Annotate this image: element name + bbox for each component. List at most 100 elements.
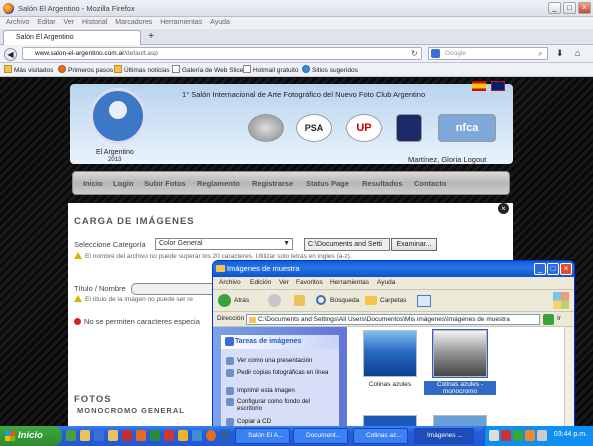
exp-menu-ver[interactable]: Ver bbox=[279, 279, 289, 286]
file-name[interactable]: Colinas azules bbox=[354, 381, 426, 388]
explorer-minimize-button[interactable]: _ bbox=[534, 263, 546, 275]
menu-herramientas[interactable]: Herramientas bbox=[160, 17, 202, 29]
upload-heading: CARGA DE IMÁGENES bbox=[74, 216, 195, 227]
uk-flag-icon[interactable] bbox=[491, 81, 505, 91]
new-tab-button[interactable]: + bbox=[144, 31, 158, 44]
search-icon[interactable]: ⌕ bbox=[538, 49, 542, 59]
task-print[interactable]: Imprimir esta imagen bbox=[237, 387, 295, 394]
user-logout[interactable]: Martínez, Gloria Logout bbox=[408, 155, 486, 164]
task-set-background[interactable]: Configurar como fondo del escritorio bbox=[237, 398, 333, 412]
nav-contacto[interactable]: Contacto bbox=[414, 179, 447, 188]
quicklaunch-icon[interactable] bbox=[108, 430, 118, 441]
quicklaunch-icon[interactable] bbox=[150, 430, 160, 441]
tray-icon[interactable] bbox=[501, 430, 511, 441]
scrollbar[interactable] bbox=[564, 327, 574, 426]
firefox-icon bbox=[3, 3, 14, 14]
menu-archivo[interactable]: Archivo bbox=[6, 17, 29, 29]
firefox-icon[interactable] bbox=[206, 430, 216, 441]
tasks-pane: Tareas de imágenes Ver como una presenta… bbox=[213, 327, 347, 426]
quicklaunch-icon[interactable] bbox=[94, 430, 104, 441]
thumbnail-colinas-azules[interactable] bbox=[363, 330, 417, 377]
tray-icon[interactable] bbox=[537, 430, 547, 441]
thumbnail-colinas-monocromo[interactable] bbox=[432, 329, 488, 378]
back-arrow-icon[interactable] bbox=[218, 294, 231, 307]
back-button[interactable]: Atrás bbox=[234, 297, 249, 304]
taskbar: Inicio Salón El A... Document... Colinas… bbox=[0, 426, 593, 446]
nav-subir-fotos[interactable]: Subir Fotos bbox=[144, 179, 186, 188]
go-arrow-icon[interactable] bbox=[543, 314, 554, 325]
start-button[interactable]: Inicio bbox=[0, 426, 62, 446]
quicklaunch-icon[interactable] bbox=[164, 430, 174, 441]
maximize-button[interactable]: □ bbox=[563, 2, 576, 14]
bookmark-galeria[interactable]: Galería de Web Slice bbox=[172, 65, 243, 76]
folders-button[interactable]: Carpetas bbox=[380, 297, 406, 304]
quicklaunch-icon[interactable] bbox=[220, 430, 230, 441]
tray-icon[interactable] bbox=[525, 430, 535, 441]
quicklaunch-icon[interactable] bbox=[80, 430, 90, 441]
taskbar-firefox[interactable]: Salón El A... bbox=[235, 428, 290, 444]
exp-menu-ayuda[interactable]: Ayuda bbox=[377, 279, 395, 286]
browse-button[interactable]: Examinar... bbox=[391, 238, 437, 251]
search-input[interactable]: Google bbox=[428, 47, 548, 60]
nav-resultados[interactable]: Resultados bbox=[362, 179, 402, 188]
file-name-selected[interactable]: Colinas azules - monocromo bbox=[424, 381, 496, 395]
exp-menu-herramientas[interactable]: Herramientas bbox=[330, 279, 369, 286]
menu-marcadores[interactable]: Marcadores bbox=[115, 17, 152, 29]
quicklaunch-icon[interactable] bbox=[192, 430, 202, 441]
close-panel-icon[interactable]: × bbox=[498, 203, 509, 214]
nav-inicio[interactable]: Inicio bbox=[83, 179, 103, 188]
home-icon[interactable]: ⌂ bbox=[575, 48, 580, 58]
bookmark-ultimas-noticias[interactable]: Últimas noticias bbox=[114, 65, 170, 76]
nav-status-page[interactable]: Status Page bbox=[306, 179, 349, 188]
go-button[interactable]: Ir bbox=[557, 315, 561, 322]
quicklaunch-icon[interactable] bbox=[136, 430, 146, 441]
menu-historial[interactable]: Historial bbox=[82, 17, 107, 29]
forward-arrow-icon[interactable] bbox=[268, 294, 281, 307]
download-icon[interactable]: ⬇ bbox=[556, 48, 564, 59]
close-button[interactable]: × bbox=[578, 2, 591, 14]
file-input[interactable]: C:\Documents and Setti bbox=[304, 238, 390, 251]
bookmark-primeros-pasos[interactable]: Primeros pasos bbox=[58, 65, 113, 76]
tab-salon[interactable]: Salón El Argentino bbox=[3, 30, 141, 45]
address-input[interactable]: C:\Documents and Settings\All Users\Docu… bbox=[246, 314, 540, 325]
views-icon[interactable] bbox=[417, 295, 431, 307]
bookmark-mas-visitados[interactable]: Más visitados bbox=[4, 65, 53, 76]
nav-registrarse[interactable]: Registrarse bbox=[252, 179, 293, 188]
back-icon[interactable]: ◀ bbox=[4, 48, 17, 61]
menu-ver[interactable]: Ver bbox=[64, 17, 75, 29]
menu-editar[interactable]: Editar bbox=[37, 17, 55, 29]
reload-icon[interactable]: ↻ bbox=[411, 49, 418, 58]
bookmark-sitios[interactable]: Sitios sugeridos bbox=[302, 65, 358, 76]
explorer-maximize-button[interactable]: □ bbox=[547, 263, 559, 275]
section-fotos: FOTOS bbox=[74, 394, 112, 405]
tasks-header[interactable]: Tareas de imágenes bbox=[221, 335, 339, 349]
quicklaunch-icon[interactable] bbox=[66, 430, 76, 441]
taskbar-document[interactable]: Document... bbox=[293, 428, 348, 444]
spain-flag-icon[interactable] bbox=[472, 81, 486, 91]
task-copy-cd[interactable]: Copiar a CD bbox=[237, 418, 271, 425]
explorer-close-button[interactable]: × bbox=[560, 263, 572, 275]
menu-ayuda[interactable]: Ayuda bbox=[210, 17, 230, 29]
tray-icon[interactable] bbox=[489, 430, 499, 441]
browser-menubar: Archivo Editar Ver Historial Marcadores … bbox=[0, 17, 593, 29]
quicklaunch-icon[interactable] bbox=[122, 430, 132, 441]
exp-menu-favoritos[interactable]: Favoritos bbox=[296, 279, 323, 286]
url-bar[interactable]: www.salon-el-argentino.com.ar/default.as… bbox=[22, 47, 422, 60]
quicklaunch-icon[interactable] bbox=[178, 430, 188, 441]
tray-icon[interactable] bbox=[513, 430, 523, 441]
task-order-prints[interactable]: Pedir copias fotográficas en línea bbox=[237, 369, 333, 376]
search-button[interactable]: Búsqueda bbox=[330, 297, 359, 304]
nav-login[interactable]: Login bbox=[113, 179, 133, 188]
nav-reglamento[interactable]: Reglamento bbox=[197, 179, 240, 188]
taskbar-colinas[interactable]: Colinas az... bbox=[353, 428, 408, 444]
up-folder-icon[interactable] bbox=[294, 295, 305, 306]
task-slideshow[interactable]: Ver como una presentación bbox=[237, 357, 312, 364]
sponsor-logo-1 bbox=[248, 114, 284, 142]
category-select[interactable]: Color General ▼ bbox=[155, 238, 293, 250]
taskbar-explorer[interactable]: Imágenes ... bbox=[414, 428, 474, 444]
minimize-button[interactable]: _ bbox=[548, 2, 561, 14]
exp-menu-edicion[interactable]: Edición bbox=[250, 279, 271, 286]
bookmark-hotmail[interactable]: Hotmail gratuito bbox=[243, 65, 299, 76]
fiap-logo: UP bbox=[346, 114, 382, 142]
exp-menu-archivo[interactable]: Archivo bbox=[219, 279, 241, 286]
